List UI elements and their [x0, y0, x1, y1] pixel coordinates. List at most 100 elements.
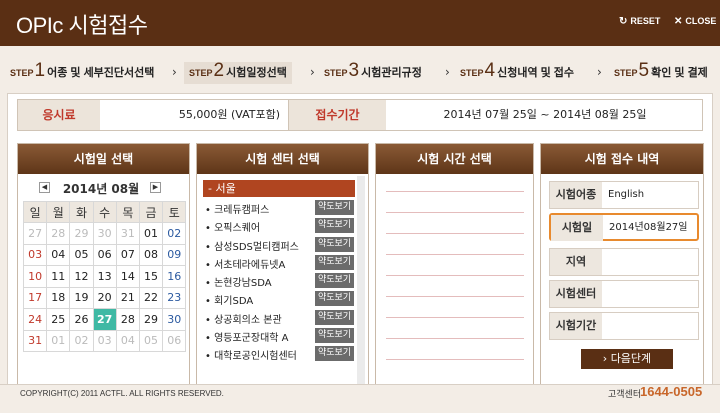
map-button[interactable]: 약도보기	[315, 218, 354, 234]
calendar-day[interactable]: 30	[162, 308, 187, 331]
calendar-day[interactable]: 20	[92, 286, 117, 309]
center-item[interactable]: • 회기SDA 약도보기	[203, 290, 355, 308]
calendar-header: 시험일 선택	[18, 144, 189, 174]
fee-value: 55,000원 (VAT포함)	[178, 108, 280, 121]
calendar-day[interactable]: 04	[46, 243, 71, 266]
calendar-day[interactable]: 17	[22, 286, 48, 309]
calendar-day[interactable]: 05	[69, 243, 94, 266]
center-item[interactable]: • 영등포군장대학 A 약도보기	[203, 327, 355, 345]
center-header: 시험 센터 선택	[197, 144, 368, 174]
center-item[interactable]: • 대학로공인시험센터 약도보기	[203, 345, 355, 363]
calendar-day: 27	[22, 222, 48, 245]
step-5: STEP 5 확인 및 결제	[614, 60, 708, 81]
center-item[interactable]: • 상공회의소 본관 약도보기	[203, 309, 355, 327]
calendar-day[interactable]: 22	[138, 286, 164, 309]
map-button[interactable]: 약도보기	[315, 273, 354, 289]
calendar-day[interactable]: 08	[138, 243, 164, 266]
center-list-scrollbar[interactable]	[357, 176, 365, 396]
summary-center: 시험센터	[549, 280, 699, 308]
reset-button[interactable]: ↻ RESET	[619, 16, 660, 27]
map-button[interactable]: 약도보기	[315, 200, 354, 215]
calendar-day: 03	[92, 329, 117, 352]
weekday-row: 일 월 화 수 목 금 토	[22, 201, 187, 223]
center-panel: 시험 센터 선택 - 서울 • 크레듀캠퍼스 약도보기 • 오픽스퀘어 약도보기 •…	[196, 143, 369, 398]
time-slot-line	[386, 233, 524, 234]
reset-icon: ↻	[619, 16, 628, 27]
center-name: • 삼성SDS멀티캠퍼스	[205, 241, 299, 253]
map-button[interactable]: 약도보기	[315, 254, 354, 270]
map-button[interactable]: 약도보기	[315, 236, 354, 252]
calendar-week: 17 18 19 20 21 22 23	[22, 286, 187, 309]
calendar-day[interactable]: 23	[162, 286, 187, 309]
calendar-day[interactable]: 06	[92, 243, 117, 266]
weekday-fri: 금	[138, 201, 164, 223]
center-item[interactable]: • 논현강남SDA 약도보기	[203, 272, 355, 290]
center-item[interactable]: • 크레듀캠퍼스 약도보기	[203, 199, 355, 217]
calendar-day[interactable]: 28	[115, 308, 140, 331]
map-button[interactable]: 약도보기	[315, 309, 354, 325]
calendar-day[interactable]: 09	[162, 243, 187, 266]
close-icon: ✕	[674, 16, 683, 27]
calendar-week: 10 11 12 13 14 15 16	[22, 265, 187, 288]
step-3: STEP 3 시험관리규정	[324, 60, 422, 81]
calendar-day[interactable]: 10	[22, 265, 48, 288]
calendar-day: 31	[115, 222, 140, 245]
calendar-day[interactable]: 25	[46, 308, 71, 331]
step-2: STEP 2 시험일정선택	[184, 61, 292, 84]
calendar-grid: 일 월 화 수 목 금 토 27 28 29 30 31 01 02 03 04…	[22, 201, 187, 352]
summary-period: 시험기간	[549, 312, 699, 340]
calendar-day: 01	[46, 329, 71, 352]
summary-region: 지역	[549, 248, 699, 276]
summary-date: 시험일 2014년08월27일	[549, 213, 699, 241]
calendar-day[interactable]: 31	[22, 329, 48, 352]
summary-panel: 시험 접수 내역 시험어종 English 시험일 2014년08월27일 지역 시…	[540, 143, 704, 398]
calendar-day[interactable]: 11	[46, 265, 71, 288]
center-name: • 영등포군장대학 A	[205, 333, 289, 345]
weekday-wed: 수	[92, 201, 117, 223]
center-name: • 오픽스퀘어	[205, 223, 261, 235]
calendar-day[interactable]: 24	[22, 308, 48, 331]
fee-label: 응시료	[18, 100, 100, 130]
center-name: • 논현강남SDA	[205, 278, 272, 290]
center-item[interactable]: • 서초테라에듀넷A 약도보기	[203, 254, 355, 272]
center-item[interactable]: • 오픽스퀘어 약도보기	[203, 217, 355, 235]
calendar-day[interactable]: 16	[162, 265, 187, 288]
time-slot-line	[386, 275, 524, 276]
calendar-day[interactable]: 26	[69, 308, 94, 331]
map-button[interactable]: 약도보기	[315, 291, 354, 307]
center-item[interactable]: • 삼성SDS멀티캠퍼스 약도보기	[203, 236, 355, 254]
map-button[interactable]: 약도보기	[315, 346, 354, 362]
summary-header: 시험 접수 내역	[541, 144, 703, 174]
next-step-button[interactable]: › 다음단계	[581, 349, 673, 369]
calendar-day[interactable]: 21	[115, 286, 140, 309]
time-slot-line	[386, 296, 524, 297]
next-month-icon[interactable]: ▶	[150, 182, 161, 193]
calendar-day[interactable]: 12	[69, 265, 94, 288]
calendar-day[interactable]: 15	[138, 265, 164, 288]
calendar-day[interactable]: 03	[22, 243, 48, 266]
map-button[interactable]: 약도보기	[315, 328, 354, 344]
prev-month-icon[interactable]: ◀	[39, 182, 50, 193]
chevron-right-icon: ›	[597, 65, 602, 79]
calendar-day[interactable]: 29	[138, 308, 164, 331]
weekday-thu: 목	[115, 201, 140, 223]
close-button[interactable]: ✕ CLOSE	[674, 16, 716, 27]
calendar-week: 03 04 05 06 07 08 09	[22, 243, 187, 266]
center-name: • 서초테라에듀넷A	[205, 259, 286, 271]
calendar-day[interactable]: 13	[92, 265, 117, 288]
step-1: STEP 1 어종 및 세부진단서선택	[10, 60, 155, 81]
calendar-day[interactable]: 07	[115, 243, 140, 266]
region-seoul[interactable]: - 서울	[203, 180, 355, 197]
calendar-day[interactable]: 18	[46, 286, 71, 309]
calendar-day[interactable]: 02	[162, 222, 187, 245]
summary-language: 시험어종 English	[549, 181, 699, 209]
center-name: • 상공회의소 본관	[205, 314, 282, 326]
weekday-mon: 월	[46, 201, 71, 223]
calendar-day[interactable]: 01	[138, 222, 164, 245]
calendar-day: 30	[92, 222, 117, 245]
calendar-day[interactable]: 14	[115, 265, 140, 288]
calendar-week: 31 01 02 03 04 05 06	[22, 329, 187, 352]
calendar-day[interactable]: 19	[69, 286, 94, 309]
calendar-day-selected[interactable]: 27	[92, 308, 117, 331]
calendar-day: 05	[138, 329, 164, 352]
